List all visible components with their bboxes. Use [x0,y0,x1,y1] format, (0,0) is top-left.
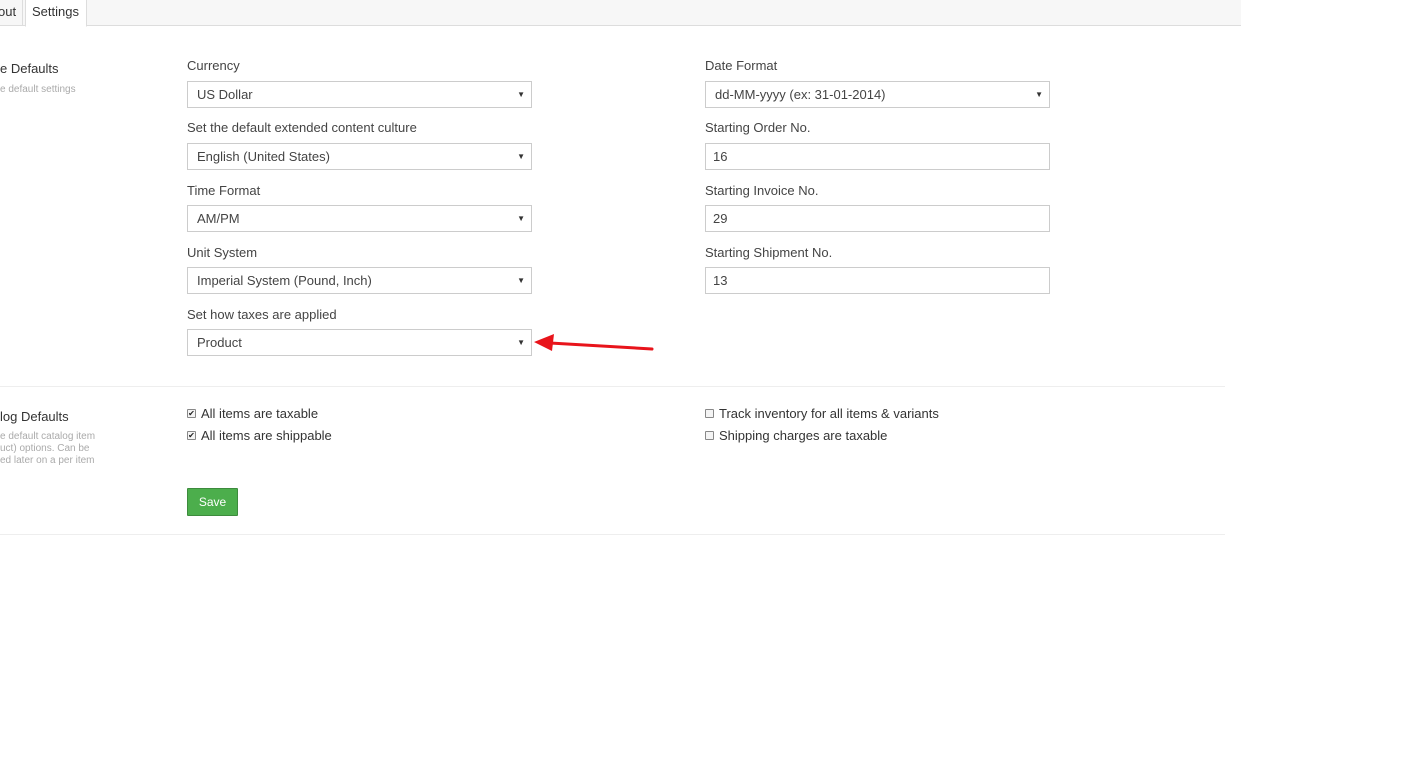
section-desc-line: ed later on a per item [0,455,95,466]
section-desc-line: e default catalog item [0,431,96,442]
starting-shipment-input[interactable]: 13 [705,267,1050,294]
caret-down-icon: ▼ [1035,90,1043,99]
shippable-checkbox-row[interactable]: ✔ All items are shippable [187,428,332,443]
shipping-taxable-checkbox-row[interactable]: Shipping charges are taxable [705,428,887,443]
section-desc-catalog-defaults: e default catalog item uct) options. Can… [0,431,95,467]
taxable-checkbox-row[interactable]: ✔ All items are taxable [187,406,318,421]
currency-select[interactable]: US Dollar ▼ [187,81,532,108]
currency-label: Currency [187,58,240,73]
time-format-value: AM/PM [197,211,240,226]
section-title-catalog-defaults: log Defaults [0,409,69,424]
shipping-taxable-label: Shipping charges are taxable [719,428,888,443]
shippable-label: All items are shippable [201,428,332,443]
taxes-applied-value: Product [197,335,242,350]
taxes-applied-label: Set how taxes are applied [187,307,337,322]
culture-label: Set the default extended content culture [187,120,417,135]
caret-down-icon: ▼ [517,338,525,347]
culture-select[interactable]: English (United States) ▼ [187,143,532,170]
time-format-select[interactable]: AM/PM ▼ [187,205,532,232]
arrow-head [534,334,554,351]
shipping-taxable-checkbox[interactable] [705,431,714,440]
date-format-value: dd-MM-yyyy (ex: 31-01-2014) [715,87,886,102]
currency-value: US Dollar [197,87,253,102]
unit-system-value: Imperial System (Pound, Inch) [197,273,372,288]
section-title-store-defaults: e Defaults [0,61,59,76]
tab-about[interactable]: out [0,0,24,26]
unit-system-label: Unit System [187,245,258,260]
tab-bar: out Settings [0,0,1241,27]
taxable-checkbox[interactable]: ✔ [187,409,196,418]
caret-down-icon: ▼ [517,276,525,285]
caret-down-icon: ▼ [517,214,525,223]
red-arrow-annotation [534,334,654,351]
starting-order-input[interactable]: 16 [705,143,1050,170]
section-desc-line: uct) options. Can be [0,443,90,454]
arrow-shaft [548,341,654,351]
caret-down-icon: ▼ [517,90,525,99]
starting-shipment-label: Starting Shipment No. [705,245,833,260]
section-desc-store-defaults: e default settings [0,84,76,95]
starting-invoice-label: Starting Invoice No. [705,183,819,198]
date-format-select[interactable]: dd-MM-yyyy (ex: 31-01-2014) ▼ [705,81,1050,108]
track-inventory-checkbox[interactable] [705,409,714,418]
date-format-label: Date Format [705,58,778,73]
time-format-label: Time Format [187,183,261,198]
starting-order-label: Starting Order No. [705,120,811,135]
shippable-checkbox[interactable]: ✔ [187,431,196,440]
culture-value: English (United States) [197,149,330,164]
section-divider [0,386,1225,387]
caret-down-icon: ▼ [517,152,525,161]
starting-invoice-input[interactable]: 29 [705,205,1050,232]
tab-settings[interactable]: Settings [25,0,87,27]
bottom-divider [0,534,1225,535]
unit-system-select[interactable]: Imperial System (Pound, Inch) ▼ [187,267,532,294]
save-button[interactable]: Save [187,488,238,516]
taxes-applied-select[interactable]: Product ▼ [187,329,532,356]
track-inventory-checkbox-row[interactable]: Track inventory for all items & variants [705,406,939,421]
track-inventory-label: Track inventory for all items & variants [719,406,939,421]
taxable-label: All items are taxable [201,406,319,421]
